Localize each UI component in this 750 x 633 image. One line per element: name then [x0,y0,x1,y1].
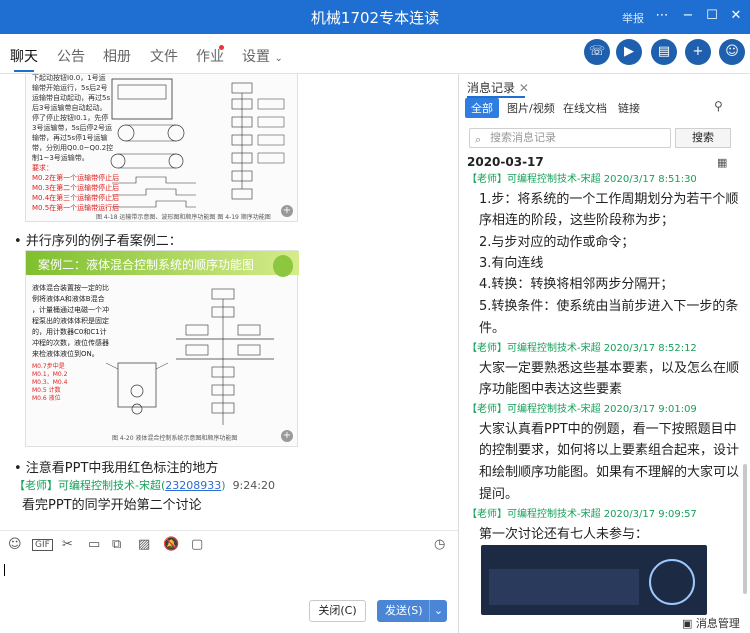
history-line: 件。 [479,321,506,336]
history-line: 大家认真看PPT中的例题，看一下按照题目中 [479,422,737,437]
tab-settings[interactable]: 设置 ⌄ [242,46,283,66]
text-caret [4,564,5,576]
sender-line: 【老师】可编程控制技术-宋超(23208933) 9:24:20 [14,479,275,492]
doc-icon[interactable]: ▢ [191,537,203,552]
close-icon[interactable]: ✕ [728,8,744,24]
message-text: 看完PPT的同学开始第二个讨论 [22,498,202,513]
scrollbar[interactable] [743,464,747,594]
course-icon[interactable]: ▤ [651,39,677,65]
gif-icon[interactable]: GIF [32,539,53,551]
message-manager[interactable]: ▣ 消息管理 [682,615,740,631]
filter-icon[interactable]: ⚲ [714,99,723,113]
more-icon[interactable]: ⋯ [654,8,670,24]
sender-id-link[interactable]: 23208933 [165,479,221,492]
report-link[interactable]: 举报 [622,10,644,26]
input-toolbar: ☺ GIF ✂ ▭ ⧉ ▨ 🔕 ▢ ◷ [0,530,458,560]
message-input[interactable] [0,560,458,633]
search-button[interactable]: 搜索 [675,128,731,148]
scissors-icon[interactable]: ✂ [62,537,73,552]
history-panel: 消息记录 ✕ 全部 图片/视频 在线文档 链接 ⚲ ⌕ 搜索消息记录 搜索 20… [459,74,750,633]
chevron-down-icon[interactable]: ⌄ [429,600,447,622]
minimize-icon[interactable]: − [680,8,696,24]
picture-icon[interactable]: ▨ [138,537,150,552]
tab-files[interactable]: 文件 [150,46,178,66]
send-button[interactable]: 发送(S) ⌄ [377,600,447,622]
history-line: 序功能图中表达这些要素 [479,382,623,397]
slide2-caption: 图 4-20 液体混合控制系统示意图和顺序功能图 [112,435,238,442]
history-sender-1: 【老师】可编程控制技术-宋超 2020/3/17 8:51:30 [467,174,697,185]
slide-image-1[interactable]: 下起动按钮I0.0，1号运 输带开始运行，5s后2号 运输带自动起动，再过5s … [25,74,298,222]
history-line: 大家一定要熟悉这些基本要素，以及怎么在顺 [479,361,740,376]
history-line: 3.有向连线 [479,256,544,271]
search-icon: ⌕ [475,133,482,146]
close-button[interactable]: 关闭(C) [309,600,366,622]
filter-docs[interactable]: 在线文档 [563,100,607,116]
slide1-text: 下起动按钮I0.0，1号运 输带开始运行，5s后2号 运输带自动起动，再过5s … [32,74,120,212]
close-tab-icon[interactable]: ✕ [519,81,529,95]
slide2-red-notes: M0.7步中是 M0.1，M0.2 M0.3、M0.4 M0.5 计数 M0.6 液位 [32,363,68,402]
history-line: 序相连的阶段，这些阶段称为步； [479,213,675,228]
filter-all[interactable]: 全部 [465,98,499,118]
history-line: 2.与步对应的动作或命令； [479,235,635,250]
emoji-icon[interactable]: ☺ [8,537,22,552]
parallel-heading: • 并行序列的例子看案例二： [14,234,182,249]
folder-icon[interactable]: ▭ [88,537,100,552]
zoom-icon[interactable]: + [281,205,293,217]
tab-bar: 聊天 公告 相册 文件 作业 设置 ⌄ ☏ ▶ ▤ + ☺ [0,34,750,74]
history-title: 消息记录 ✕ [467,81,529,95]
phone-icon[interactable]: ☏ [584,39,610,65]
history-line: 4.转换：转换将相邻两步分隔开； [479,277,674,292]
gauge-icon [649,559,695,605]
calendar-icon[interactable]: ▦ [717,156,727,169]
filter-links[interactable]: 链接 [618,100,640,116]
title-bar: 机械1702专本连读 举报 ⋯ − ☐ ✕ [0,0,750,34]
history-line: 提问。 [479,487,519,502]
mute-icon[interactable]: 🔕 [163,537,179,552]
video-icon[interactable]: ▶ [616,39,642,65]
history-line: 第一次讨论还有七人未参与： [479,527,649,542]
history-line: 1.步：将系统的一个工作周期划分为若干个顺 [479,192,739,207]
slide2-diagram [105,288,274,425]
history-sender-3: 【老师】可编程控制技术-宋超 2020/3/17 9:01:09 [467,404,697,415]
maximize-icon[interactable]: ☐ [704,8,720,24]
tab-notice[interactable]: 公告 [57,46,85,66]
search-input[interactable]: ⌕ 搜索消息记录 [469,128,671,148]
unread-dot [219,45,224,50]
red-note-line: • 注意看PPT中我用红色标注的地方 [14,461,219,476]
tab-album[interactable]: 相册 [103,46,131,66]
slide-image-2[interactable]: 案例二：液体混合控制系统的顺序功能图 液体混合装置按一定的比 例将液体A和液体B… [25,250,299,447]
history-line: 和绘制顺序功能图。如果有不理解的大家可以 [479,465,740,480]
clock-icon[interactable]: ◷ [434,537,445,552]
chat-area: 下起动按钮I0.0，1号运 输带开始运行，5s后2号 运输带自动起动，再过5s … [0,74,458,530]
history-line: 5.转换条件：使系统由当前步进入下一步的条 [479,299,739,314]
zoom-icon[interactable]: + [281,430,293,442]
add-icon[interactable]: + [685,39,711,65]
manage-icon: ▣ [682,617,693,630]
history-sender-2: 【老师】可编程控制技术-宋超 2020/3/17 8:52:12 [467,343,697,354]
image-icon[interactable]: ⧉ [112,537,121,552]
slide1-caption: 图 4-18 运输带示意图、波形图和顺序功能图 图 4-19 顺序功能图 [96,214,271,221]
filter-media[interactable]: 图片/视频 [507,100,555,116]
date-header: 2020-03-17 [467,155,544,169]
people-icon[interactable]: ☺ [719,39,745,65]
history-sender-4: 【老师】可编程控制技术-宋超 2020/3/17 9:09:57 [467,509,697,520]
history-line: 的控制要求，如何将以上要素组合起来，设计 [479,443,740,458]
tab-chat[interactable]: 聊天 [10,46,38,72]
screenshot-thumbnail[interactable] [481,545,707,615]
thumbnail-grid [489,569,639,605]
chevron-down-icon: ⌄ [274,53,283,64]
